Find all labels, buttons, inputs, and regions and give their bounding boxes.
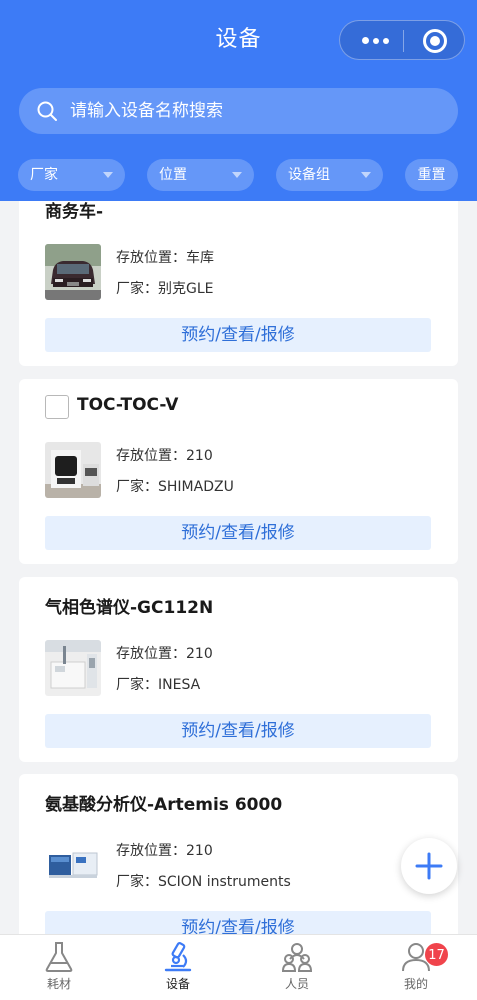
device-location: 存放位置：210 xyxy=(116,646,213,662)
device-location: 存放位置：210 xyxy=(116,448,213,464)
device-title: 气相色谱仪-GC112N xyxy=(45,598,214,618)
dropdown-arrow-icon xyxy=(232,172,242,178)
tab-bar: 耗材 设备 人员 17 我的 xyxy=(0,934,477,1000)
plus-icon xyxy=(415,852,443,880)
tab-label: 人员 xyxy=(284,977,309,991)
header: 设备 请输入设备名称搜索 厂家 位置 设备组 重置 xyxy=(0,0,477,201)
search-icon xyxy=(37,101,57,121)
device-location: 存放位置：210 xyxy=(116,843,213,859)
reserve-view-repair-button[interactable]: 预约/查看/报修 xyxy=(45,318,431,352)
device-info: 存放位置：210 厂家：SHIMADZU xyxy=(116,441,234,503)
device-photo xyxy=(45,837,101,893)
reserve-view-repair-button[interactable]: 预约/查看/报修 xyxy=(45,911,431,934)
filter-vendor[interactable]: 厂家 xyxy=(18,159,125,191)
add-device-button[interactable] xyxy=(401,838,457,894)
tab-mine[interactable]: 17 我的 xyxy=(376,935,456,1000)
reserve-view-repair-button[interactable]: 预约/查看/报修 xyxy=(45,714,431,748)
device-location: 存放位置：车库 xyxy=(116,250,214,266)
search-input[interactable]: 请输入设备名称搜索 xyxy=(19,88,458,134)
device-info: 存放位置：车库 厂家：别克GLE xyxy=(116,243,214,305)
notification-badge: 17 xyxy=(424,942,449,967)
filter-group-label: 设备组 xyxy=(288,167,330,183)
device-photo xyxy=(45,442,101,498)
search-placeholder: 请输入设备名称搜索 xyxy=(70,101,223,121)
device-title: 氨基酸分析仪-Artemis 6000 xyxy=(45,795,283,815)
device-vendor: 厂家：INESA xyxy=(116,677,201,693)
tab-consumables[interactable]: 耗材 xyxy=(19,935,99,1000)
more-icon[interactable] xyxy=(362,37,392,44)
reset-label: 重置 xyxy=(417,167,446,183)
tab-people[interactable]: 人员 xyxy=(257,935,337,1000)
tab-label: 耗材 xyxy=(46,977,71,991)
mini-program-capsule xyxy=(339,20,465,60)
filter-location[interactable]: 位置 xyxy=(147,159,254,191)
tab-label: 我的 xyxy=(403,977,428,991)
device-card: TOC-TOC-V 存放位置：210 厂家：SHIMADZU 预约/查看/报修 xyxy=(19,379,458,564)
tab-equipment[interactable]: 设备 xyxy=(138,935,218,1000)
device-card: 氨基酸分析仪-Artemis 6000 存放位置：210 厂家：SCION in… xyxy=(19,774,458,934)
reserve-view-repair-button[interactable]: 预约/查看/报修 xyxy=(45,516,431,550)
close-target-icon[interactable] xyxy=(423,29,447,53)
device-card: 气相色谱仪-GC112N 存放位置：210 厂家：INESA 预约/查看/报修 xyxy=(19,577,458,762)
flask-icon xyxy=(45,942,73,972)
device-vendor: 厂家：SCION instruments xyxy=(116,874,291,890)
filter-group[interactable]: 设备组 xyxy=(276,159,383,191)
filter-location-label: 位置 xyxy=(159,167,187,183)
people-icon xyxy=(282,943,312,972)
capsule-divider xyxy=(403,30,404,52)
device-info: 存放位置：210 厂家：INESA xyxy=(116,639,213,701)
select-checkbox[interactable] xyxy=(45,395,69,419)
device-title: TOC-TOC-V xyxy=(77,395,179,415)
reset-button[interactable]: 重置 xyxy=(405,159,458,191)
microscope-icon xyxy=(164,942,192,972)
device-vendor: 厂家：SHIMADZU xyxy=(116,479,234,495)
tab-label: 设备 xyxy=(165,977,190,991)
filter-vendor-label: 厂家 xyxy=(30,167,58,183)
dropdown-arrow-icon xyxy=(361,172,371,178)
device-card: 商务车- 存放位置：车库 厂家：别克GLE 预约/查看/报修 xyxy=(19,201,458,366)
device-title: 商务车- xyxy=(45,202,104,222)
dropdown-arrow-icon xyxy=(103,172,113,178)
device-list[interactable]: 商务车- 存放位置：车库 厂家：别克GLE 预约/查看/报修 TOC-TOC-V xyxy=(0,201,477,934)
device-vendor: 厂家：别克GLE xyxy=(116,281,214,297)
device-photo xyxy=(45,640,101,696)
device-photo xyxy=(45,244,101,300)
device-info: 存放位置：210 厂家：SCION instruments xyxy=(116,836,291,898)
